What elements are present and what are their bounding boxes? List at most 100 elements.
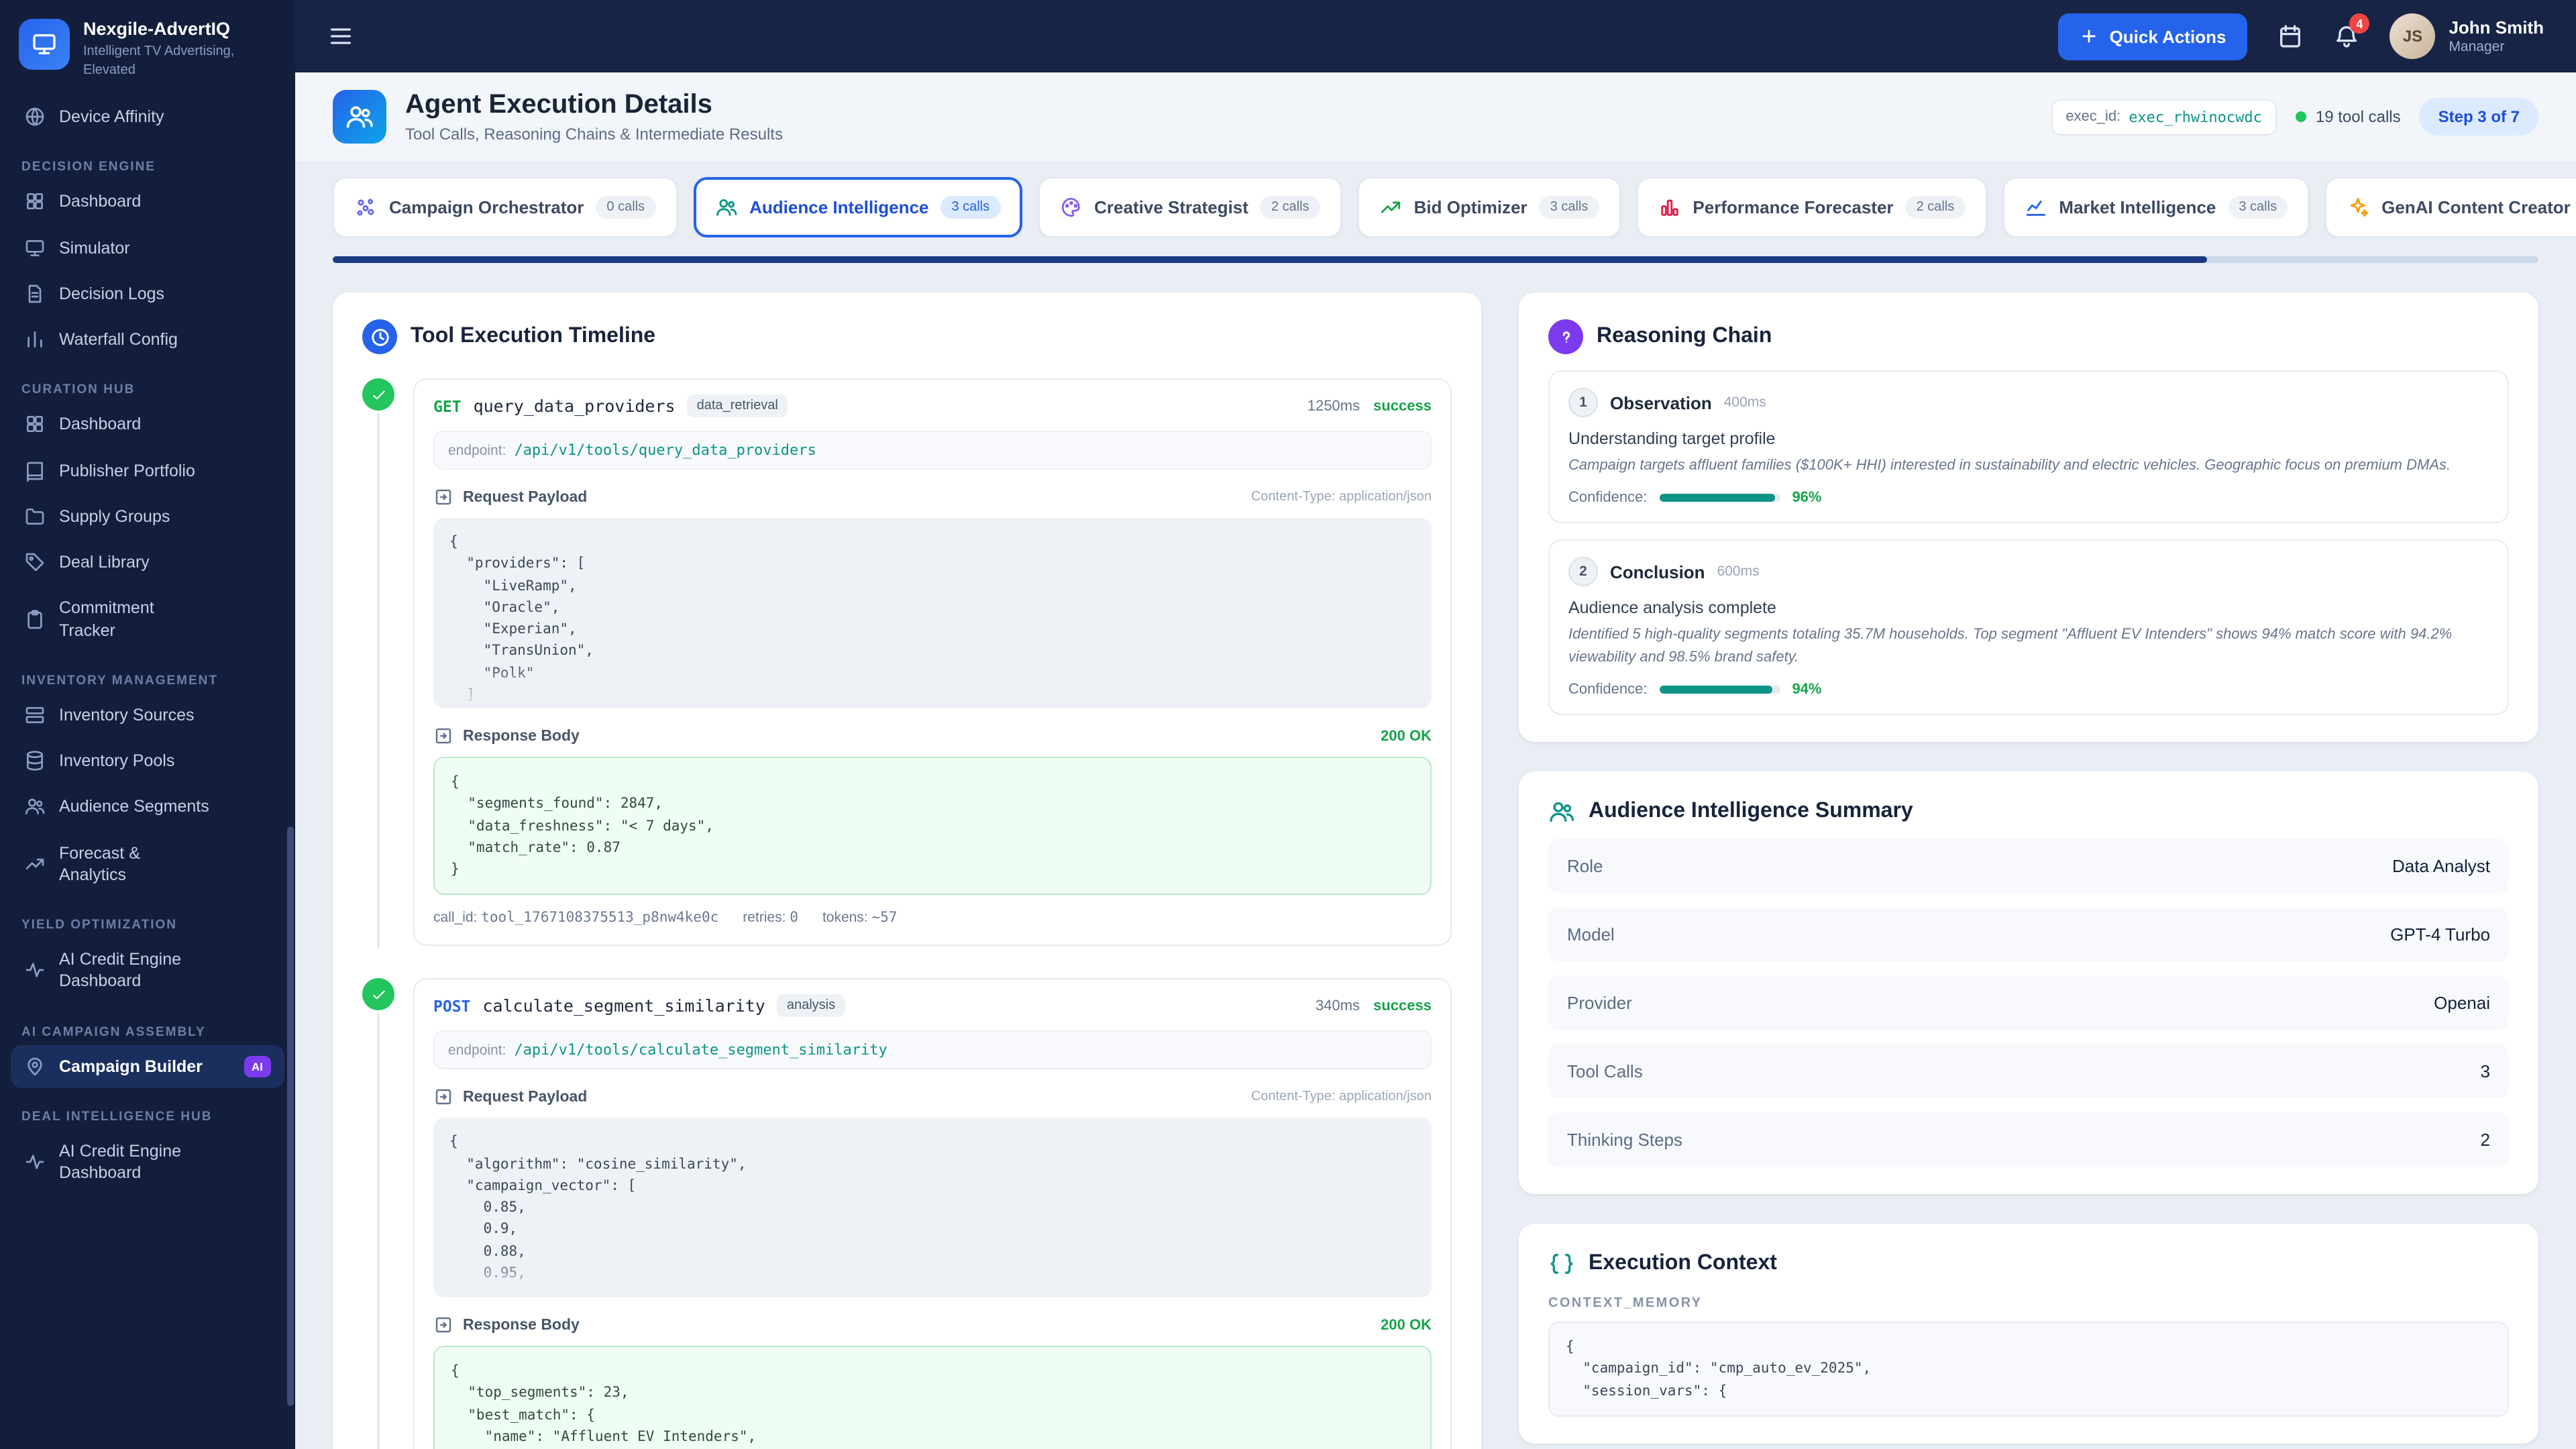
sidebar-item-simulator[interactable]: Simulator: [11, 226, 284, 270]
app-root: Nexgile-AdvertIQ Intelligent TV Advertis…: [0, 0, 2576, 1449]
sidebar-item-ai-credit-engine-dashboard[interactable]: AI Credit Engine Dashboard: [11, 1130, 284, 1195]
sidebar-item-waterfall-config[interactable]: Waterfall Config: [11, 318, 284, 362]
sidebar-nav: Device Affinity DECISION ENGINE Dashboard S…: [0, 93, 295, 1449]
step-heading: Understanding target profile: [1568, 429, 1776, 448]
sidebar-item-dashboard[interactable]: Dashboard: [11, 180, 284, 224]
agent-tab-creative-strategist[interactable]: Creative Strategist 2 calls: [1038, 177, 1342, 237]
sidebar-item-ai-credit-engine-dashboard[interactable]: AI Credit Engine Dashboard: [11, 938, 284, 1003]
tool-call-body: endpoint: /api/v1/tools/calculate_segmen…: [415, 1018, 1450, 1449]
quick-actions-button[interactable]: Quick Actions: [2058, 13, 2248, 60]
step-number: 1: [1568, 388, 1598, 417]
main-area: Quick Actions 4 JS John Smith Manager Ag…: [295, 0, 2576, 1449]
summary-row-value: Openai: [2434, 993, 2490, 1014]
summary-row-value: 2: [2480, 1130, 2490, 1150]
tool-call-header[interactable]: GET query_data_providers data_retrieval …: [415, 380, 1450, 417]
sidebar-item-commitment-tracker[interactable]: Commitment Tracker: [11, 587, 284, 652]
summary-row-model: Model GPT-4 Turbo: [1548, 907, 2509, 963]
step-heading: Audience analysis complete: [1568, 598, 1776, 618]
sidebar-item-label: Device Affinity: [59, 107, 164, 126]
avatar: JS: [2390, 13, 2436, 59]
agent-tab-performance-forecaster[interactable]: Performance Forecaster 2 calls: [1636, 177, 1987, 237]
app-logo-icon: [19, 19, 70, 70]
context-title-row: Execution Context: [1548, 1250, 2509, 1277]
response-section-header: Response Body 200 OK: [433, 726, 1432, 746]
confidence-label: Confidence:: [1568, 490, 1648, 506]
request-section-header: Request Payload Content-Type: applicatio…: [433, 487, 1432, 507]
chartline-icon: [2024, 196, 2047, 219]
sidebar-section-title: INVENTORY MANAGEMENT: [21, 673, 219, 688]
reasoning-title-row: Reasoning Chain: [1548, 319, 2509, 354]
calendar-icon[interactable]: [2277, 23, 2304, 50]
sidebar-item-supply-groups[interactable]: Supply Groups: [11, 495, 284, 539]
quick-actions-label: Quick Actions: [2109, 26, 2226, 46]
call-footer: call_id: tool_1767108375513_p8nw4ke0c ret…: [433, 910, 1432, 926]
call-status-group: 340ms success: [1316, 998, 1432, 1014]
sidebar-item-audience-segments[interactable]: Audience Segments: [11, 786, 284, 829]
tool-call-header[interactable]: POST calculate_segment_similarity analys…: [415, 980, 1450, 1018]
sidebar-item-campaign-builder[interactable]: Campaign Builder AI: [11, 1044, 284, 1088]
agent-tab-genai-content-creator[interactable]: GenAI Content Creator3 calls: [2325, 177, 2576, 237]
reasoning-steps: 1 Observation 400ms Understanding target…: [1548, 370, 2509, 716]
sidebar-item-device-affinity[interactable]: Device Affinity: [11, 95, 284, 139]
grid-icon: [24, 191, 46, 213]
tool-call-card: GET query_data_providers data_retrieval …: [413, 378, 1452, 947]
confidence-bar: [1659, 494, 1780, 502]
step-duration: 400ms: [1723, 394, 1766, 411]
agent-tab-market-intelligence[interactable]: Market Intelligence 3 calls: [2002, 177, 2310, 237]
confidence-value: 94%: [1792, 682, 1822, 698]
ai-badge: AI: [244, 1055, 271, 1077]
agent-tab-call-count: 0 calls: [596, 196, 656, 219]
response-section-header: Response Body 200 OK: [433, 1315, 1432, 1335]
step-number: 2: [1568, 557, 1598, 587]
bell-icon[interactable]: 4: [2333, 13, 2370, 50]
brand: Nexgile-AdvertIQ Intelligent TV Advertis…: [0, 0, 295, 93]
request-code-wrap: { "algorithm": "cosine_similarity", "cam…: [433, 1118, 1432, 1298]
response-body-label: Response Body: [463, 1317, 580, 1334]
timeline-list: GET query_data_providers data_retrieval …: [362, 378, 1452, 1449]
tag-icon: [24, 551, 46, 573]
tool-category-tag: analysis: [777, 994, 845, 1018]
confidence-row: Confidence: 96%: [1568, 490, 2489, 506]
sidebar-item-dashboard[interactable]: Dashboard: [11, 403, 284, 447]
sidebar-item-decision-logs[interactable]: Decision Logs: [11, 272, 284, 316]
sidebar-item-deal-library[interactable]: Deal Library: [11, 541, 284, 584]
braces-icon: [1548, 1250, 1575, 1277]
reasoning-card: Reasoning Chain 1 Observation 400ms Unde…: [1519, 292, 2538, 743]
sidebar-item-publisher-portfolio[interactable]: Publisher Portfolio: [11, 449, 284, 492]
user-role: Manager: [2449, 39, 2505, 55]
tool-call-item: POST calculate_segment_similarity analys…: [362, 978, 1452, 1449]
summary-row-tool-calls: Tool Calls 3: [1548, 1044, 2509, 1099]
globe-icon: [24, 106, 46, 127]
agent-tab-campaign-orchestrator[interactable]: Campaign Orchestrator 0 calls: [333, 177, 678, 237]
endpoint-bar: endpoint: /api/v1/tools/query_data_provi…: [433, 431, 1432, 470]
content-columns: Tool Execution Timeline GET query_data_p…: [295, 263, 2576, 1449]
endpoint-path: /api/v1/tools/calculate_segment_similari…: [514, 1041, 888, 1059]
sidebar-scrollbar-thumb[interactable]: [287, 826, 294, 1406]
agent-tab-call-count: 3 calls: [2228, 196, 2288, 219]
sidebar-item-label: Decision Logs: [59, 284, 165, 303]
topbar-actions: Quick Actions 4 JS John Smith Manager: [2058, 13, 2544, 60]
agent-tab-audience-intelligence[interactable]: Audience Intelligence 3 calls: [693, 177, 1022, 237]
sidebar-item-forecast-analytics[interactable]: Forecast & Analytics: [11, 831, 284, 896]
user-menu[interactable]: JS John Smith Manager: [2390, 13, 2544, 59]
trend-icon: [24, 853, 46, 875]
notification-badge: 4: [2349, 13, 2370, 34]
database-icon: [24, 750, 46, 771]
tool-calls-summary: 19 tool calls: [2295, 107, 2401, 126]
agent-tab-label: Campaign Orchestrator: [389, 197, 584, 217]
sidebar-item-label: Forecast & Analytics: [59, 843, 140, 884]
sidebar-section-title: CURATION HUB: [21, 382, 136, 398]
menu-icon[interactable]: [327, 23, 354, 50]
context-title: Execution Context: [1589, 1252, 1777, 1275]
content: Agent Execution Details Tool Calls, Reas…: [295, 72, 2576, 1449]
sidebar-section-title: YIELD OPTIMIZATION: [21, 918, 177, 932]
sidebar-item-label: Waterfall Config: [59, 330, 178, 349]
agent-tab-bid-optimizer[interactable]: Bid Optimizer 3 calls: [1357, 177, 1621, 237]
step-type: Conclusion: [1610, 561, 1705, 582]
sidebar-item-inventory-sources[interactable]: Inventory Sources: [11, 694, 284, 737]
summary-title: Audience Intelligence Summary: [1589, 800, 1913, 823]
exec-id-value: exec_rhwinocwdc: [2129, 108, 2262, 125]
summary-row-role: Role Data Analyst: [1548, 839, 2509, 894]
sidebar-item-label: Dashboard: [59, 415, 142, 434]
sidebar-item-inventory-pools[interactable]: Inventory Pools: [11, 739, 284, 783]
